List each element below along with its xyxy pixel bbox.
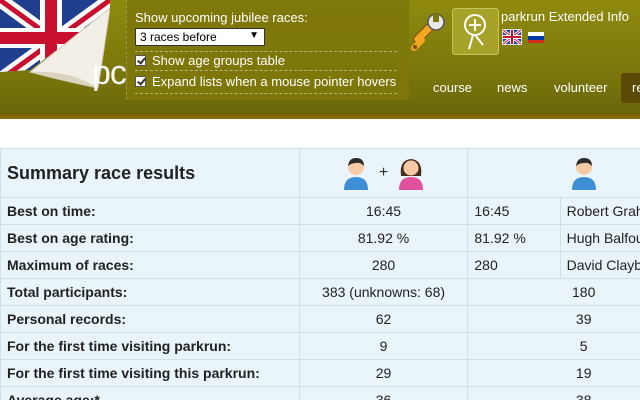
table-row: For the first time visiting parkrun: 9 5	[0, 332, 640, 360]
expand-lists-label: Expand lists when a mouse pointer hovers	[152, 74, 397, 89]
table-row: Total participants: 383 (unknowns: 68) 1…	[0, 278, 640, 306]
row-label: Best on time:	[0, 197, 300, 225]
table-row: Best on age rating: 81.92 % 81.92 % Hugh…	[0, 224, 640, 252]
male-icon	[343, 158, 368, 190]
male-value: 19	[467, 359, 640, 387]
nav-volunteer[interactable]: volunteer	[554, 80, 607, 95]
divider	[135, 51, 397, 52]
tree-magnifier-button[interactable]	[452, 8, 499, 55]
male-value: 16:45	[467, 197, 561, 225]
male-value: 39	[467, 305, 640, 333]
divider	[135, 93, 397, 94]
all-value: 16:45	[298, 197, 469, 225]
nav-results[interactable]: re	[621, 73, 640, 103]
all-value: 9	[298, 332, 469, 360]
tree-magnifier-icon	[464, 14, 486, 50]
header-border	[0, 113, 640, 119]
table-row: Best on time: 16:45 16:45 Robert Graham	[0, 197, 640, 225]
male-icon	[571, 158, 596, 190]
table-header-row: Summary race results +	[0, 148, 640, 198]
male-value: 38	[467, 386, 640, 400]
chevron-down-icon: ▼	[249, 30, 259, 41]
parkrun-logo-fragment: pc	[92, 54, 127, 92]
all-value: 383 (unknowns: 68)	[298, 278, 469, 306]
summary-table: Summary race results + Best on time: 16:…	[0, 148, 640, 400]
expand-lists-checkbox[interactable]	[135, 76, 146, 87]
extension-title: parkrun Extended Info	[501, 9, 629, 24]
jubilee-races-label: Show upcoming jubilee races:	[135, 10, 308, 25]
site-header: pc Show upcoming jubilee races: 3 races …	[0, 0, 640, 113]
jubilee-races-select[interactable]: 3 races before ▼	[135, 28, 265, 46]
female-icon	[399, 159, 424, 190]
all-value: 81.92 %	[298, 224, 469, 252]
expand-lists-option[interactable]: Expand lists when a mouse pointer hovers	[135, 74, 396, 89]
plus-sign: +	[378, 164, 389, 181]
male-value: 81.92 %	[467, 224, 561, 252]
age-groups-option[interactable]: Show age groups table	[135, 53, 285, 68]
runner-name-link[interactable]: Hugh Balfour	[559, 224, 640, 252]
male-participants-header	[467, 148, 640, 198]
table-row: Maximum of races: 280 280 David Claybroo…	[0, 251, 640, 279]
all-value: 36	[298, 386, 469, 400]
all-value: 280	[298, 251, 469, 279]
divider	[135, 70, 397, 71]
male-value: 5	[467, 332, 640, 360]
table-row: For the first time visiting this parkrun…	[0, 359, 640, 387]
age-groups-label: Show age groups table	[152, 53, 285, 68]
row-label: For the first time visiting this parkrun…	[0, 359, 300, 387]
row-label: Personal records:	[0, 305, 300, 333]
row-label: Best on age rating:	[0, 224, 300, 252]
nav-course[interactable]: course	[433, 80, 472, 95]
table-row: Personal records: 62 39	[0, 305, 640, 333]
male-value: 180	[467, 278, 640, 306]
nav-news[interactable]: news	[497, 80, 527, 95]
all-value: 29	[298, 359, 469, 387]
options-panel: Show upcoming jubilee races: 3 races bef…	[126, 0, 409, 100]
row-label: For the first time visiting parkrun:	[0, 332, 300, 360]
all-participants-header: +	[298, 148, 469, 198]
row-label: Average age:*	[0, 386, 300, 400]
select-value: 3 races before	[140, 30, 217, 44]
summary-table-container: Summary race results + Best on time: 16:…	[0, 148, 640, 400]
uk-flag-icon[interactable]	[502, 29, 522, 45]
russia-flag-icon[interactable]	[528, 31, 544, 43]
table-title: Summary race results	[0, 148, 300, 198]
age-groups-checkbox[interactable]	[135, 55, 146, 66]
runner-name-link[interactable]: Robert Graham	[559, 197, 640, 225]
male-value: 280	[467, 251, 561, 279]
table-row: Average age:* 36 38	[0, 386, 640, 400]
all-value: 62	[298, 305, 469, 333]
row-label: Maximum of races:	[0, 251, 300, 279]
row-label: Total participants:	[0, 278, 300, 306]
wrench-icon[interactable]	[408, 12, 448, 52]
runner-name-link[interactable]: David Claybrook	[559, 251, 640, 279]
